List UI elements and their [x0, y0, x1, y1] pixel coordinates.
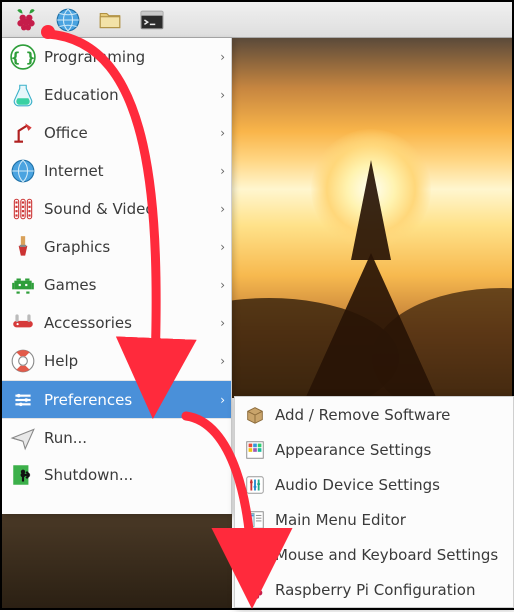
chevron-right-icon: › [220, 316, 225, 330]
desktop-wallpaper-bottom [2, 510, 232, 608]
code-braces-icon: { } [10, 44, 36, 70]
exit-icon [10, 462, 36, 488]
knife-icon [10, 310, 36, 336]
chevron-right-icon: › [220, 126, 225, 140]
chevron-right-icon: › [220, 50, 225, 64]
main-menu: { } Programming › Education › Office › I… [2, 38, 232, 514]
chevron-right-icon: › [220, 88, 225, 102]
sub-item-label: Add / Remove Software [275, 406, 450, 424]
package-icon [243, 403, 267, 427]
menu-item-help[interactable]: Help › [2, 342, 231, 380]
menu-item-programming[interactable]: { } Programming › [2, 38, 231, 76]
menu-item-label: Games [44, 276, 212, 294]
globe-icon [55, 7, 81, 33]
menu-item-graphics[interactable]: Graphics › [2, 228, 231, 266]
terminal-icon [139, 7, 165, 33]
terminal-launcher[interactable] [132, 5, 172, 35]
menu-item-label: Programming [44, 48, 212, 66]
paper-plane-icon [10, 425, 36, 451]
preferences-submenu: Add / Remove Software Appearance Setting… [234, 396, 514, 608]
sub-item-mouse-keyboard[interactable]: Mouse and Keyboard Settings [235, 537, 513, 572]
sub-item-add-remove[interactable]: Add / Remove Software [235, 397, 513, 432]
menu-item-internet[interactable]: Internet › [2, 152, 231, 190]
chevron-right-icon: › [220, 354, 225, 368]
taskbar [2, 2, 512, 38]
menu-item-label: Office [44, 124, 212, 142]
menu-item-label: Education [44, 86, 212, 104]
menu-item-label: Sound & Video [44, 200, 212, 218]
chevron-right-icon: › [220, 393, 225, 407]
menu-item-preferences[interactable]: Preferences › [2, 380, 231, 418]
svg-text:{ }: { } [11, 50, 36, 66]
web-browser-launcher[interactable] [48, 5, 88, 35]
menu-item-label: Help [44, 352, 212, 370]
paintbrush-icon [10, 234, 36, 260]
flask-icon [10, 82, 36, 108]
audio-sliders-icon [243, 473, 267, 497]
menu-item-label: Run... [44, 429, 225, 447]
menu-item-education[interactable]: Education › [2, 76, 231, 114]
menu-button[interactable] [6, 5, 46, 35]
menu-item-shutdown[interactable]: Shutdown... [2, 456, 231, 494]
sub-item-appearance[interactable]: Appearance Settings [235, 432, 513, 467]
invader-icon [10, 272, 36, 298]
menu-item-label: Preferences [44, 391, 212, 409]
lifebuoy-icon [10, 348, 36, 374]
sub-item-label: Main Menu Editor [275, 511, 406, 529]
sub-item-label: Audio Device Settings [275, 476, 440, 494]
sub-item-label: Mouse and Keyboard Settings [275, 546, 498, 564]
menu-item-run[interactable]: Run... [2, 418, 231, 456]
menu-item-games[interactable]: Games › [2, 266, 231, 304]
menu-item-label: Internet [44, 162, 212, 180]
sub-item-rpi-config[interactable]: Raspberry Pi Configuration [235, 572, 513, 607]
globe-icon [10, 158, 36, 184]
raspberry-icon [13, 7, 39, 33]
menu-item-accessories[interactable]: Accessories › [2, 304, 231, 342]
sub-item-menu-editor[interactable]: Main Menu Editor [235, 502, 513, 537]
desktop-wallpaper [228, 38, 512, 398]
menu-item-office[interactable]: Office › [2, 114, 231, 152]
sub-item-audio[interactable]: Audio Device Settings [235, 467, 513, 502]
chevron-right-icon: › [220, 240, 225, 254]
menu-item-sound-video[interactable]: Sound & Video › [2, 190, 231, 228]
menu-item-label: Accessories [44, 314, 212, 332]
chevron-right-icon: › [220, 202, 225, 216]
file-manager-icon [97, 7, 123, 33]
menu-item-label: Graphics [44, 238, 212, 256]
film-icon [10, 196, 36, 222]
menu-item-label: Shutdown... [44, 466, 225, 484]
menu-editor-icon [243, 508, 267, 532]
chevron-right-icon: › [220, 278, 225, 292]
raspberry-icon [243, 578, 267, 602]
mouse-keyboard-icon [243, 543, 267, 567]
sub-item-label: Appearance Settings [275, 441, 431, 459]
sub-item-label: Raspberry Pi Configuration [275, 581, 475, 599]
lamp-icon [10, 120, 36, 146]
file-manager-launcher[interactable] [90, 5, 130, 35]
sliders-icon [10, 387, 36, 413]
swatch-icon [243, 438, 267, 462]
chevron-right-icon: › [220, 164, 225, 178]
